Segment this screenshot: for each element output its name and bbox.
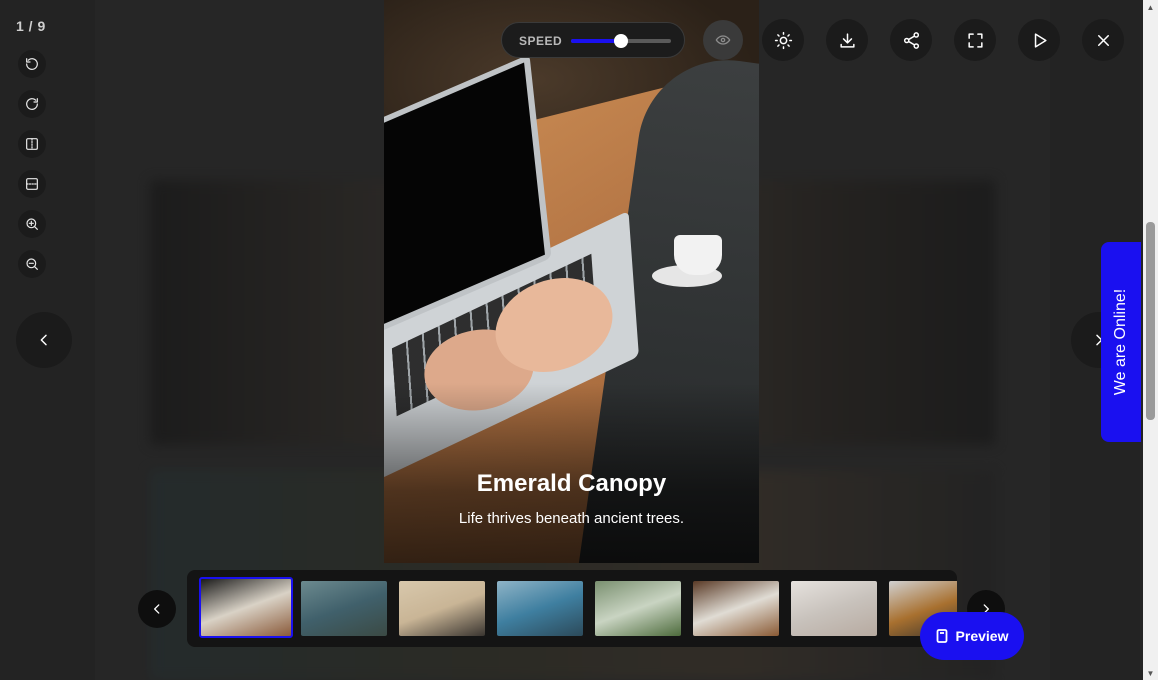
fullscreen-icon (967, 32, 983, 48)
speed-control: SPEED (501, 22, 685, 58)
zoom-out-icon (26, 258, 38, 270)
flip-horizontal-icon (26, 138, 38, 150)
thumbnail-item[interactable] (595, 581, 681, 636)
previous-slide-button[interactable] (16, 312, 72, 368)
scroll-up-icon[interactable]: ▲ (1143, 0, 1158, 14)
eye-icon (715, 35, 731, 45)
thumbnail-strip (187, 570, 957, 647)
flip-vertical-button[interactable] (18, 170, 46, 198)
thumbnail-item[interactable] (199, 577, 293, 638)
page-scrollbar[interactable]: ▲ ▼ (1143, 0, 1158, 680)
slide-counter: 1 / 9 (16, 18, 46, 34)
thumbnails-prev-button[interactable] (138, 590, 176, 628)
preview-label: Preview (955, 628, 1009, 644)
main-image: Emerald Canopy Life thrives beneath anci… (384, 0, 759, 563)
chat-tab[interactable]: We are Online! (1101, 242, 1141, 442)
speed-label: SPEED (519, 34, 563, 48)
thumbnail-item[interactable] (399, 581, 485, 636)
speed-slider[interactable] (571, 34, 671, 48)
zoom-in-button[interactable] (18, 210, 46, 238)
thumbnail-item[interactable] (497, 581, 583, 636)
thumbnail-item[interactable] (791, 581, 877, 636)
download-button[interactable] (826, 19, 868, 61)
flip-vertical-icon (26, 178, 38, 190)
brightness-icon (774, 31, 792, 49)
speed-slider-handle[interactable] (614, 34, 628, 48)
chevron-left-icon (40, 334, 47, 346)
rotate-left-button[interactable] (18, 50, 46, 78)
play-slideshow-button[interactable] (1018, 19, 1060, 61)
share-icon (903, 31, 919, 49)
toggle-caption-button[interactable] (703, 20, 743, 60)
thumbnail-item[interactable] (301, 581, 387, 636)
flip-horizontal-button[interactable] (18, 130, 46, 158)
close-button[interactable] (1082, 19, 1124, 61)
zoom-in-icon (26, 218, 38, 230)
zoom-out-button[interactable] (18, 250, 46, 278)
brightness-button[interactable] (762, 19, 804, 61)
scrollbar-thumb[interactable] (1146, 222, 1155, 420)
fullscreen-button[interactable] (954, 19, 996, 61)
preview-button[interactable]: Preview (920, 612, 1024, 660)
rotate-right-icon (26, 98, 38, 110)
play-icon (1034, 32, 1047, 48)
chevron-left-icon (154, 604, 160, 614)
chat-tab-label: We are Online! (1112, 288, 1130, 396)
close-icon (1097, 34, 1109, 46)
rotate-right-button[interactable] (18, 90, 46, 118)
rotate-left-icon (26, 58, 38, 70)
thumbnail-item[interactable] (693, 581, 779, 636)
download-icon (839, 32, 855, 48)
share-button[interactable] (890, 19, 932, 61)
slide-subtitle: Life thrives beneath ancient trees. (458, 510, 685, 527)
scroll-down-icon[interactable]: ▼ (1143, 666, 1158, 680)
document-icon (936, 629, 947, 643)
slide-title: Emerald Canopy (476, 470, 667, 497)
